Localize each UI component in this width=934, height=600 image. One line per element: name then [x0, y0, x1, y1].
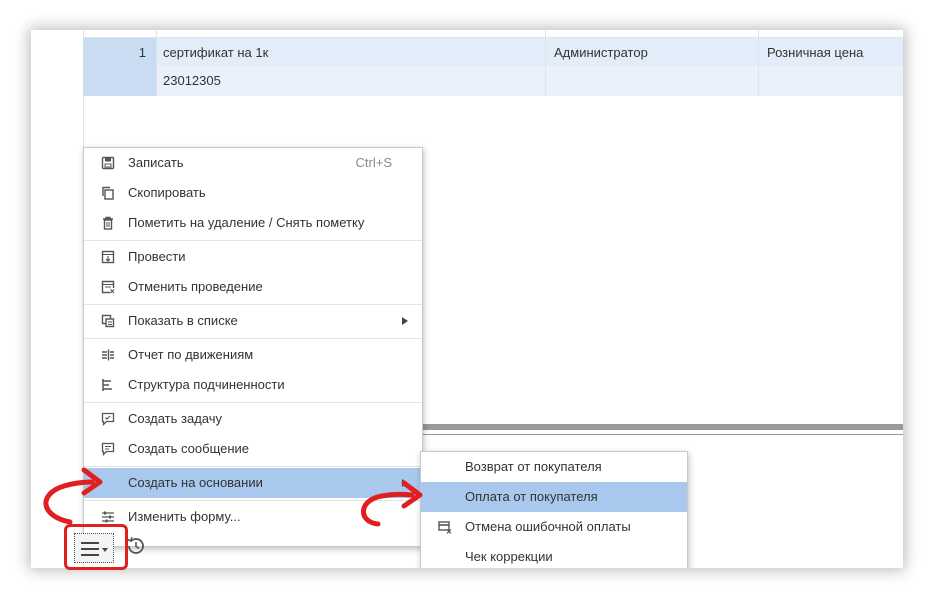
menu-item-label: Показать в списке [128, 313, 238, 328]
show-in-list-icon [101, 314, 115, 328]
panel-splitter[interactable] [423, 424, 903, 430]
column-divider [545, 30, 546, 96]
panel-splitter-line [423, 434, 903, 435]
row-number-cell: 1 [83, 38, 156, 68]
hierarchy-icon [101, 378, 115, 392]
row-number-cell [83, 66, 156, 96]
menu-separator [84, 240, 422, 241]
cancel-payment-icon [438, 520, 452, 534]
copy-icon [101, 186, 115, 200]
create-task-icon [101, 412, 115, 426]
menu-item-label: Отменить проведение [128, 279, 263, 294]
menu-item-label: Отчет по движениям [128, 347, 254, 362]
save-icon [101, 156, 115, 170]
submenu-item-cancel-payment[interactable]: Отмена ошибочной оплаты [421, 512, 687, 542]
menu-item-show-in-list[interactable]: Показать в списке [84, 306, 422, 336]
annotation-arrow-icon [43, 467, 103, 525]
table-row[interactable]: 23012305 [83, 66, 903, 96]
post-document-icon [101, 250, 115, 264]
table-row[interactable]: 1 сертификат на 1к Администратор Розничн… [83, 38, 903, 68]
price-type-cell[interactable]: Розничная цена [767, 38, 863, 68]
menu-separator [84, 304, 422, 305]
menu-separator [84, 338, 422, 339]
history-icon[interactable] [125, 535, 147, 557]
menu-item-label: Скопировать [128, 185, 206, 200]
annotation-arrow-icon [361, 480, 423, 527]
menu-item-label: Создать задачу [128, 411, 223, 426]
menu-separator [84, 466, 422, 467]
create-message-icon [101, 442, 115, 456]
trash-icon [101, 216, 115, 230]
menu-item-label: Создать на основании [128, 475, 263, 490]
menu-item-label: Провести [128, 249, 186, 264]
movements-report-icon [101, 348, 115, 362]
menu-item-create-message[interactable]: Создать сообщение [84, 434, 422, 464]
submenu-item-customer-return[interactable]: Возврат от покупателя [421, 452, 687, 482]
submenu-item-correction-receipt[interactable]: Чек коррекции [421, 542, 687, 568]
menu-item-label: Изменить форму... [128, 509, 241, 524]
create-based-on-submenu: Возврат от покупателя Оплата от покупате… [420, 451, 688, 568]
shortcut-hint: Ctrl+S [355, 155, 392, 170]
column-divider [758, 30, 759, 96]
document-form: 1 сертификат на 1к Администратор Розничн… [31, 30, 903, 568]
menu-item-label: Записать [128, 155, 184, 170]
column-divider [156, 30, 157, 96]
menu-item-copy[interactable]: Скопировать [84, 178, 422, 208]
items-table: 1 сертификат на 1к Администратор Розничн… [83, 30, 903, 96]
menu-item-label: Пометить на удаление / Снять пометку [128, 215, 365, 230]
submenu-item-customer-payment[interactable]: Оплата от покупателя [421, 482, 687, 512]
unpost-document-icon [101, 280, 115, 294]
responsible-cell[interactable]: Администратор [554, 38, 648, 68]
product-code-cell[interactable]: 23012305 [163, 66, 221, 96]
menu-item-post[interactable]: Провести [84, 242, 422, 272]
menu-item-label: Структура подчиненности [128, 377, 285, 392]
product-cell[interactable]: сертификат на 1к [163, 38, 268, 68]
menu-item-mark-deletion[interactable]: Пометить на удаление / Снять пометку [84, 208, 422, 238]
menu-item-label: Оплата от покупателя [465, 489, 598, 504]
menu-item-label: Отмена ошибочной оплаты [465, 519, 631, 534]
menu-item-movements-report[interactable]: Отчет по движениям [84, 340, 422, 370]
menu-item-hierarchy[interactable]: Структура подчиненности [84, 370, 422, 400]
submenu-arrow-icon [402, 317, 408, 325]
menu-item-label: Чек коррекции [465, 549, 553, 564]
menu-item-save[interactable]: Записать Ctrl+S [84, 148, 422, 178]
menu-item-label: Создать сообщение [128, 441, 250, 456]
menu-item-label: Возврат от покупателя [465, 459, 602, 474]
menu-item-create-task[interactable]: Создать задачу [84, 404, 422, 434]
menu-item-unpost[interactable]: Отменить проведение [84, 272, 422, 302]
table-header-strip [83, 30, 903, 38]
menu-separator [84, 402, 422, 403]
